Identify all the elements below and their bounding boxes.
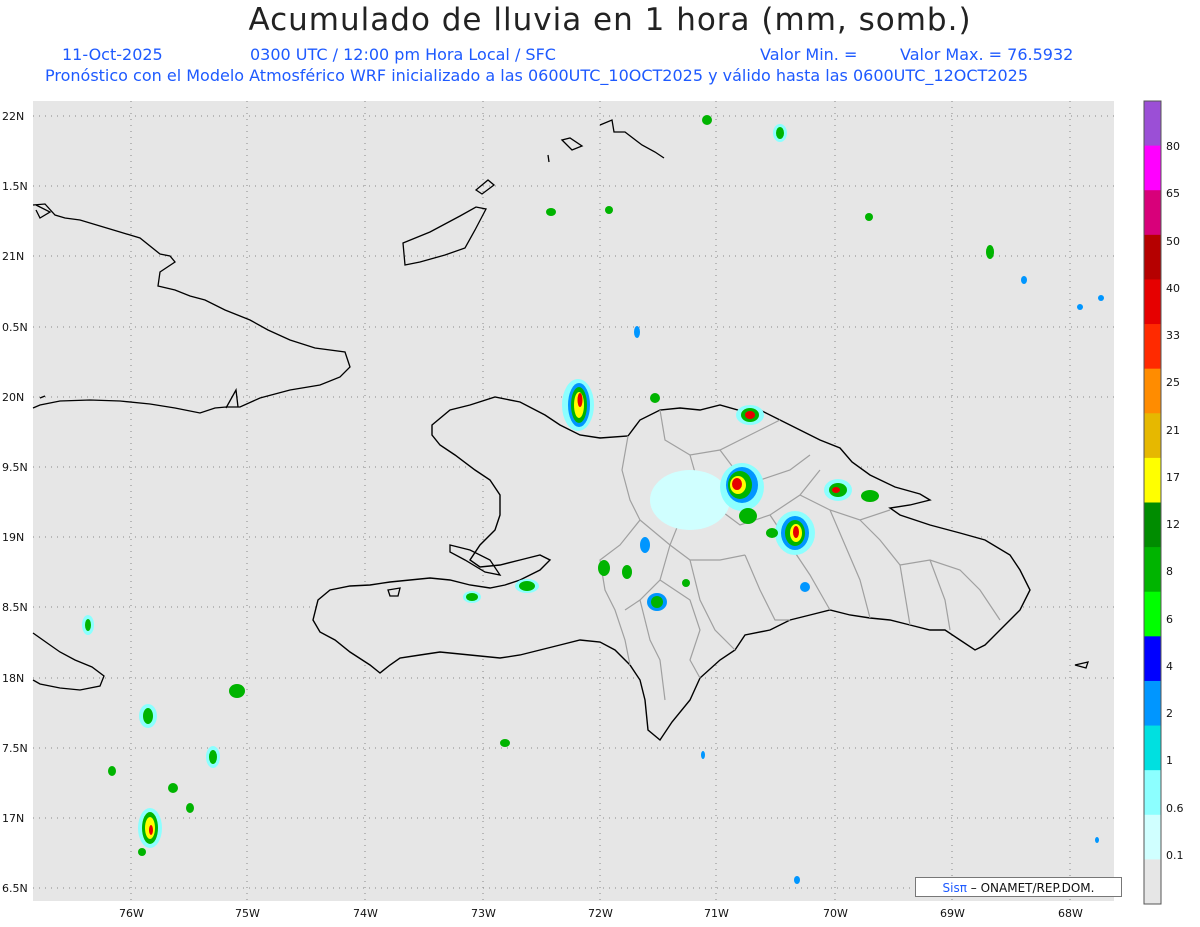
longitude-labels: 76W 75W 74W 73W 72W 71W 70W 69W 68W xyxy=(119,907,1083,920)
colorbar-label: 21 xyxy=(1166,424,1180,437)
colorbar-label: 17 xyxy=(1166,471,1180,484)
colorbar-labels: 80 65 50 40 33 25 21 17 12 8 6 4 2 1 0.6… xyxy=(1166,140,1184,862)
colorbar-label: 65 xyxy=(1166,187,1180,200)
sis-logo-text: Sisπ xyxy=(942,881,967,895)
lat-label: 6.5N xyxy=(2,882,28,895)
colorbar-label: 33 xyxy=(1166,329,1180,342)
colorbar-segment xyxy=(1144,368,1161,414)
colorbar-segment xyxy=(1144,547,1161,593)
lon-label: 72W xyxy=(588,907,613,920)
credit-text: – ONAMET/REP.DOM. xyxy=(970,881,1095,895)
colorbar-segment xyxy=(1144,279,1161,325)
colorbar-segment xyxy=(1144,413,1161,459)
colorbar-segment xyxy=(1144,680,1161,727)
colorbar-segment xyxy=(1144,502,1161,548)
colorbar-label: 0.6 xyxy=(1166,802,1184,815)
lon-label: 70W xyxy=(823,907,848,920)
lat-label: 17N xyxy=(2,812,24,825)
lon-label: 74W xyxy=(353,907,378,920)
colorbar-label: 4 xyxy=(1166,660,1173,673)
credit-box: Sisπ – ONAMET/REP.DOM. xyxy=(915,877,1122,897)
colorbar-label: 2 xyxy=(1166,707,1173,720)
colorbar-segment xyxy=(1144,591,1161,637)
colorbar-label: 6 xyxy=(1166,613,1173,626)
colorbar-label: 50 xyxy=(1166,235,1180,248)
lon-label: 76W xyxy=(119,907,144,920)
lat-label: 19N xyxy=(2,531,24,544)
latitude-labels: 22N 1.5N 21N 0.5N 20N 9.5N 19N 8.5N 18N … xyxy=(2,110,28,895)
lon-label: 69W xyxy=(940,907,965,920)
colorbar-segment xyxy=(1144,101,1161,147)
colorbar-segment xyxy=(1144,324,1161,370)
colorbar-segment xyxy=(1144,457,1161,503)
colorbar-label: 80 xyxy=(1166,140,1180,153)
lat-label: 1.5N xyxy=(2,180,28,193)
colorbar-segment xyxy=(1144,725,1161,771)
lat-label: 9.5N xyxy=(2,461,28,474)
lon-label: 75W xyxy=(235,907,260,920)
colorbar xyxy=(1144,101,1161,905)
lat-label: 8.5N xyxy=(2,601,28,614)
colorbar-segment xyxy=(1144,636,1161,682)
lat-label: 22N xyxy=(2,110,24,123)
colorbar-label: 1 xyxy=(1166,754,1173,767)
colorbar-segment xyxy=(1144,234,1161,280)
colorbar-label: 12 xyxy=(1166,518,1180,531)
lat-label: 21N xyxy=(2,250,24,263)
colorbar-segment xyxy=(1144,859,1161,905)
lat-label: 18N xyxy=(2,672,24,685)
lon-label: 73W xyxy=(471,907,496,920)
colorbar-label: 8 xyxy=(1166,565,1173,578)
colorbar-label: 25 xyxy=(1166,376,1180,389)
colorbar-segment xyxy=(1144,770,1161,816)
colorbar-segment xyxy=(1144,190,1161,236)
lat-label: 20N xyxy=(2,391,24,404)
lat-label: 0.5N xyxy=(2,321,28,334)
colorbar-label: 0.1 xyxy=(1166,849,1184,862)
lon-label: 71W xyxy=(704,907,729,920)
colorbar-label: 40 xyxy=(1166,282,1180,295)
colorbar-segment xyxy=(1144,814,1161,860)
lon-label: 68W xyxy=(1058,907,1083,920)
rainfall-map: 22N 1.5N 21N 0.5N 20N 9.5N 19N 8.5N 18N … xyxy=(2,100,1184,920)
colorbar-segment xyxy=(1144,145,1161,191)
lat-label: 7.5N xyxy=(2,742,28,755)
